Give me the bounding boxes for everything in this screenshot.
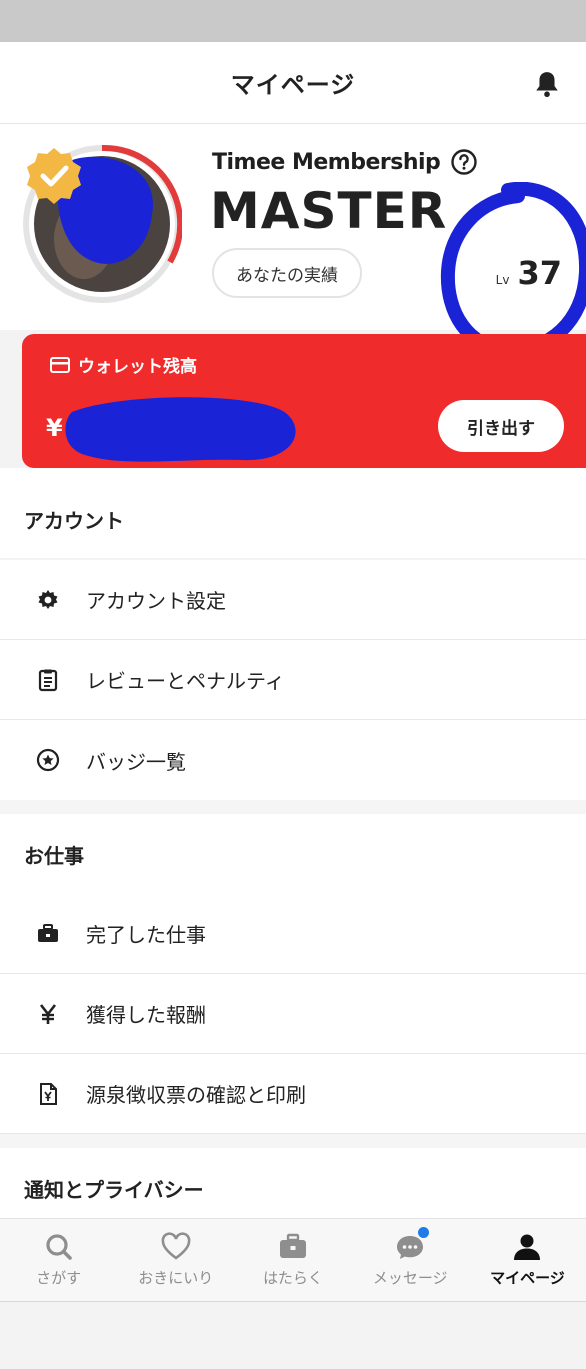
menu-earned-rewards[interactable]: 獲得した報酬 xyxy=(0,974,586,1054)
menu-label: 源泉徴収票の確認と印刷 xyxy=(86,1083,306,1107)
menu-reviews-penalties[interactable]: レビューとペナルティ xyxy=(0,640,586,720)
menu-completed-jobs[interactable]: 完了した仕事 xyxy=(0,894,586,974)
spacer xyxy=(0,468,586,480)
clipboard-icon xyxy=(36,668,60,692)
bottom-safe-area xyxy=(0,1302,586,1369)
section-account-title: アカウント xyxy=(0,480,586,558)
tab-search[interactable]: さがす xyxy=(0,1219,117,1301)
bell-icon[interactable] xyxy=(534,70,560,98)
search-icon xyxy=(43,1231,75,1263)
membership-row: Timee Membership xyxy=(212,148,478,176)
document-yen-icon xyxy=(36,1082,60,1106)
menu-label: バッジ一覧 xyxy=(86,749,186,774)
tab-label: メッセージ xyxy=(372,1269,448,1287)
tab-label: さがす xyxy=(36,1269,82,1287)
withdraw-button[interactable]: 引き出す xyxy=(438,400,564,452)
wallet-currency: ¥ xyxy=(46,414,63,442)
card-icon xyxy=(50,356,70,373)
spacer xyxy=(0,800,586,814)
level-value: 37 xyxy=(517,254,562,292)
tab-work[interactable]: はたらく xyxy=(234,1219,351,1301)
notification-dot xyxy=(417,1227,429,1238)
level-indicator: Lv 37 xyxy=(496,254,562,292)
menu-label: レビューとペナルティ xyxy=(86,669,285,693)
menu-label: アカウント設定 xyxy=(86,589,226,613)
menu-badge-list[interactable]: バッジ一覧 xyxy=(0,720,586,800)
wallet-title-label: ウォレット残高 xyxy=(78,357,197,377)
page-title: マイページ xyxy=(230,71,356,99)
briefcase-icon xyxy=(36,922,60,946)
tab-messages[interactable]: メッセージ xyxy=(352,1219,469,1301)
level-prefix: Lv xyxy=(495,273,510,287)
membership-rank: MASTER xyxy=(210,182,448,240)
wallet-card: ウォレット残高 ¥ 引き出す xyxy=(22,334,586,468)
yen-icon xyxy=(36,1002,60,1026)
section-notifications-title: 通知とプライバシー xyxy=(0,1148,586,1218)
status-bar xyxy=(0,0,586,42)
achievements-button[interactable]: あなたの実績 xyxy=(212,248,362,298)
help-icon[interactable] xyxy=(450,148,478,176)
gear-icon xyxy=(36,588,60,612)
person-icon xyxy=(511,1231,543,1263)
spacer xyxy=(0,1134,586,1148)
avatar[interactable] xyxy=(22,144,182,304)
section-work-title: お仕事 xyxy=(0,814,586,894)
menu-account-settings[interactable]: アカウント設定 xyxy=(0,560,586,640)
app-header: マイページ xyxy=(0,42,586,124)
membership-label: Timee Membership xyxy=(212,149,441,175)
profile-card: Timee Membership MASTER あなたの実績 Lv 37 xyxy=(0,124,586,330)
tab-label: マイページ xyxy=(490,1269,565,1287)
tab-label: はたらく xyxy=(263,1269,323,1287)
verified-badge-icon xyxy=(27,148,81,204)
briefcase-icon xyxy=(277,1231,309,1263)
menu-label: 完了した仕事 xyxy=(86,923,206,947)
balance-redaction xyxy=(65,397,296,462)
heart-icon xyxy=(160,1231,192,1263)
tab-favorites[interactable]: おきにいり xyxy=(117,1219,234,1301)
menu-label: 獲得した報酬 xyxy=(86,1003,206,1027)
menu-tax-withholding[interactable]: 源泉徴収票の確認と印刷 xyxy=(0,1054,586,1134)
bottom-tab-bar: さがす おきにいり はたらく メッセージ マイページ xyxy=(0,1218,586,1302)
star-circle-icon xyxy=(36,748,60,772)
wallet-title: ウォレット残高 xyxy=(50,352,197,377)
tab-label: おきにいり xyxy=(138,1269,214,1287)
tab-mypage[interactable]: マイページ xyxy=(469,1219,586,1301)
